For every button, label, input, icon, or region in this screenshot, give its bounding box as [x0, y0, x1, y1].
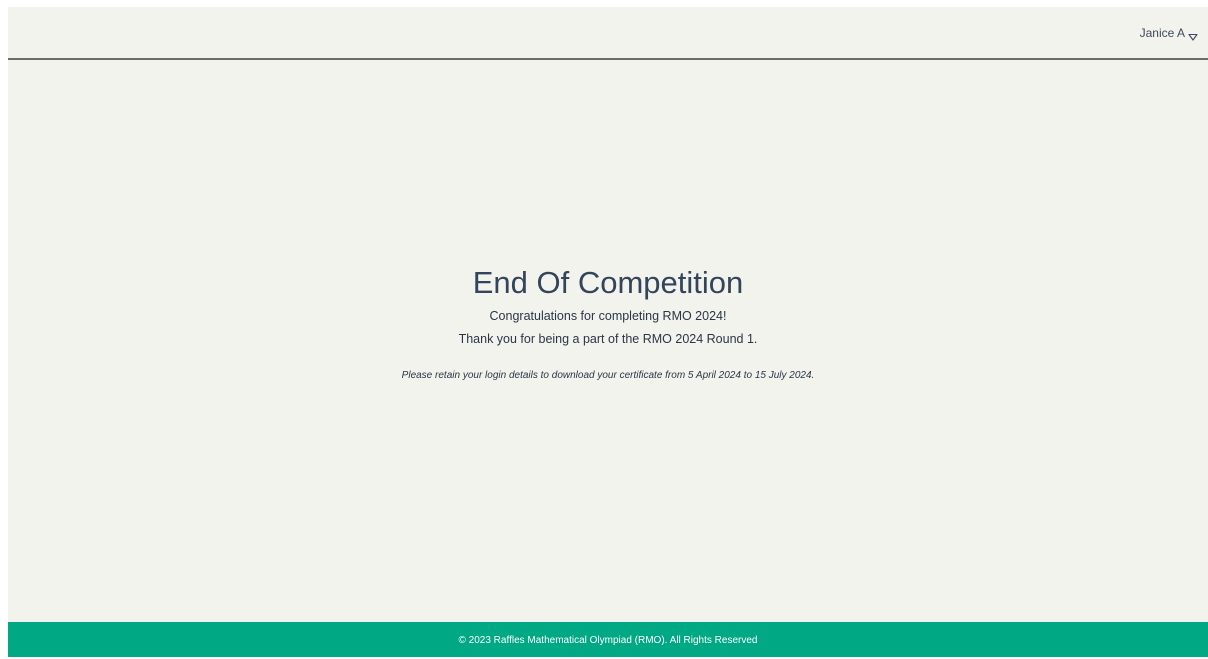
user-menu[interactable]: Janice A	[1139, 26, 1198, 41]
certificate-note: Please retain your login details to down…	[401, 370, 815, 381]
congratulations-text: Congratulations for completing RMO 2024!	[489, 309, 727, 323]
footer: © 2023 Raffles Mathematical Olympiad (RM…	[8, 622, 1208, 657]
page-title: End Of Competition	[472, 265, 744, 300]
page-frame: Janice A End Of Competition Congratulati…	[8, 7, 1208, 657]
completion-message: End Of Competition Congratulations for c…	[8, 60, 1208, 622]
thank-you-text: Thank you for being a part of the RMO 20…	[458, 332, 758, 346]
chevron-down-icon	[1188, 30, 1198, 41]
user-name: Janice A	[1139, 26, 1185, 40]
top-navigation-bar: Janice A	[8, 7, 1208, 60]
copyright-text: © 2023 Raffles Mathematical Olympiad (RM…	[458, 635, 758, 646]
